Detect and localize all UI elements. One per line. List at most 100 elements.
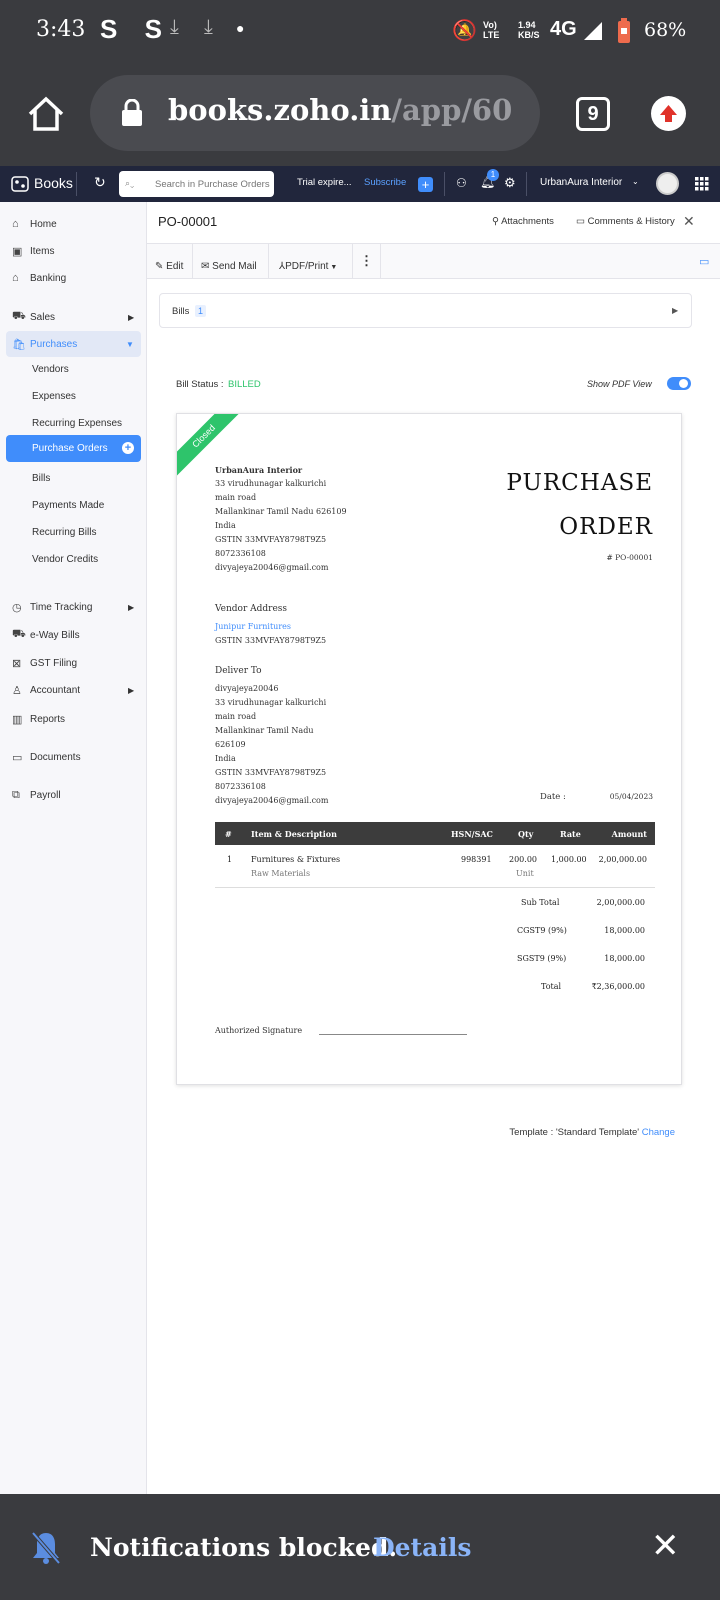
row-unit: Unit [516,869,534,878]
tab-count-button[interactable]: 9 [576,97,610,131]
document-title-line1: PURCHASE [506,470,653,496]
users-icon[interactable]: ⚇ [456,176,467,190]
deliver-line: 8072336108 [215,782,266,791]
company-address-line: 33 virudhunagar kalkurichi [215,479,327,488]
comments-label: Comments & History [587,216,675,227]
company-address-line: Mallankinar Tamil Nadu 626109 [215,507,347,516]
deliver-line: main road [215,712,257,721]
url-path: /app/600241 [391,93,513,127]
sidebar-item-accountant[interactable]: ♙ Accountant ▶ [0,677,147,703]
sidebar-item-label: Sales [30,311,56,323]
total-value: ₹2,36,000.00 [591,982,645,991]
edit-label: Edit [166,261,184,272]
sgst-label: SGST9 (9%) [517,954,567,963]
edit-button[interactable]: ✎ Edit [147,244,193,278]
comments-history-button[interactable]: ▭ Comments & History [576,216,675,227]
send-mail-button[interactable]: ✉ Send Mail [193,244,269,278]
battery-percent: 68% [644,19,687,41]
deliver-line: Mallankinar Tamil Nadu [215,726,314,735]
bills-panel[interactable]: Bills 1 ▶ [159,293,692,328]
sidebar-item-label: GST Filing [30,657,78,669]
bills-count-badge: 1 [195,305,207,317]
sidebar-item-reports[interactable]: ▥ Reports [0,706,147,732]
sidebar-item-gst-filing[interactable]: ⊠ GST Filing [0,650,147,676]
pdf-print-button[interactable]: ⅄PDF/Print ▼ [269,244,353,278]
signature-line [319,1034,467,1035]
vendor-name-link[interactable]: Junipur Furnitures [215,622,291,631]
company-email: divyajeya20046@gmail.com [215,563,329,572]
sidebar-subitem-bills[interactable]: Bills [32,473,50,484]
sidebar-subitem-payments-made[interactable]: Payments Made [32,500,104,511]
update-button[interactable] [651,96,686,131]
sidebar-subitem-vendor-credits[interactable]: Vendor Credits [32,554,98,565]
avatar[interactable] [656,172,679,195]
battery-icon [618,18,630,43]
quick-create-button[interactable]: + [418,177,433,192]
gst-icon: ⊠ [12,657,22,670]
url-field[interactable]: books.zoho.in/app/600241 [90,75,540,151]
sidebar-item-payroll[interactable]: ⧉ Payroll [0,782,147,808]
items-table-header: # Item & Description HSN/SAC Qty Rate Am… [215,822,655,845]
company-name: UrbanAura Interior [215,465,303,475]
sidebar-item-sales[interactable]: ⛟ Sales ▶ [0,304,147,330]
sidebar-item-banking[interactable]: ⌂ Banking [0,265,147,291]
search-icon: ⌕⌄ [125,178,135,188]
download-icon: ⤓ [170,16,179,38]
show-pdf-view-label: Show PDF View [587,379,652,389]
chat-icon[interactable]: ▭ [699,255,709,268]
status-bar: 3:43 S S ⤓ ⤓ ● 🔕 Vo) LTE 1.94 KB/S 4G 68… [0,0,720,64]
chevron-right-icon: ▶ [128,685,135,695]
sidebar-subitem-expenses[interactable]: Expenses [32,391,76,402]
mute-icon: 🔕 [452,20,477,42]
col-num: # [225,829,232,839]
sidebar-item-eway-bills[interactable]: ⛟ e-Way Bills [0,622,147,648]
truck-icon: ⛟ [12,628,26,640]
cgst-label: CGST9 (9%) [517,926,567,935]
sidebar-item-label: Time Tracking [30,601,93,613]
add-purchase-order-icon[interactable]: + [122,442,134,454]
change-template-link[interactable]: Change [642,1127,675,1138]
vendor-gstin: GSTIN 33MVFAY8798T9Z5 [215,636,327,645]
clock-icon: ◷ [12,601,22,614]
sidebar-subitem-purchase-orders[interactable]: Purchase Orders + [6,435,141,462]
folder-icon: ▭ [12,751,23,764]
search-box[interactable]: ⌕⌄ [119,171,274,197]
books-logo-icon [11,176,29,192]
deliver-line: divyajeya20046@gmail.com [215,796,329,805]
notifications-blocked-bar: Notifications blocked. Details ✕ [0,1494,720,1600]
sidebar-subitem-recurring-bills[interactable]: Recurring Bills [32,527,96,538]
sidebar-item-label: Payroll [30,789,61,801]
close-icon[interactable]: ✕ [651,1526,680,1566]
sidebar-item-home[interactable]: ⌂ Home [0,211,147,237]
close-icon[interactable]: ✕ [683,213,695,230]
sidebar-item-documents[interactable]: ▭ Documents [0,744,147,770]
attachments-button[interactable]: ⚲ Attachments [492,216,554,227]
sidebar-item-label: Purchases [30,338,78,350]
row-hsn: 998391 [461,855,492,864]
sidebar-subitem-recurring-expenses[interactable]: Recurring Expenses [32,418,122,429]
col-hsn: HSN/SAC [451,829,493,839]
search-input[interactable] [155,175,271,193]
app-grid-icon[interactable] [695,177,709,191]
sidebar-subitem-vendors[interactable]: Vendors [32,364,69,375]
pdf-view-toggle[interactable] [667,377,691,390]
recent-history-icon[interactable]: ↻ [94,174,106,191]
settings-gear-icon[interactable]: ⚙ [504,175,516,191]
notification-details-link[interactable]: Details [373,1533,471,1562]
sidebar-item-time-tracking[interactable]: ◷ Time Tracking ▶ [0,594,147,620]
subscribe-link[interactable]: Subscribe [364,177,406,188]
pdf-preview: Closed UrbanAura Interior 33 virudhunaga… [176,413,682,1085]
network-type: 4G [550,18,577,40]
lock-icon [122,99,142,126]
app-notification-icons: S S [100,14,172,44]
org-switcher[interactable]: UrbanAura Interior [540,177,622,188]
caret-down-icon: ▼ [328,264,338,271]
home-icon[interactable] [26,94,66,134]
sidebar-item-items[interactable]: ▣ Items [0,238,147,264]
app-header: Books ↻ ⌕⌄ Trial expire... Subscribe + ⚇… [0,166,720,202]
url-domain: books.zoho.in [168,93,392,127]
sidebar-item-purchases[interactable]: 🛍︎ Purchases ▼ [6,331,141,357]
more-options-icon[interactable]: ⋮ [353,244,381,278]
vendor-address-heading: Vendor Address [215,604,288,614]
authorized-signature-label: Authorized Signature [215,1026,303,1035]
